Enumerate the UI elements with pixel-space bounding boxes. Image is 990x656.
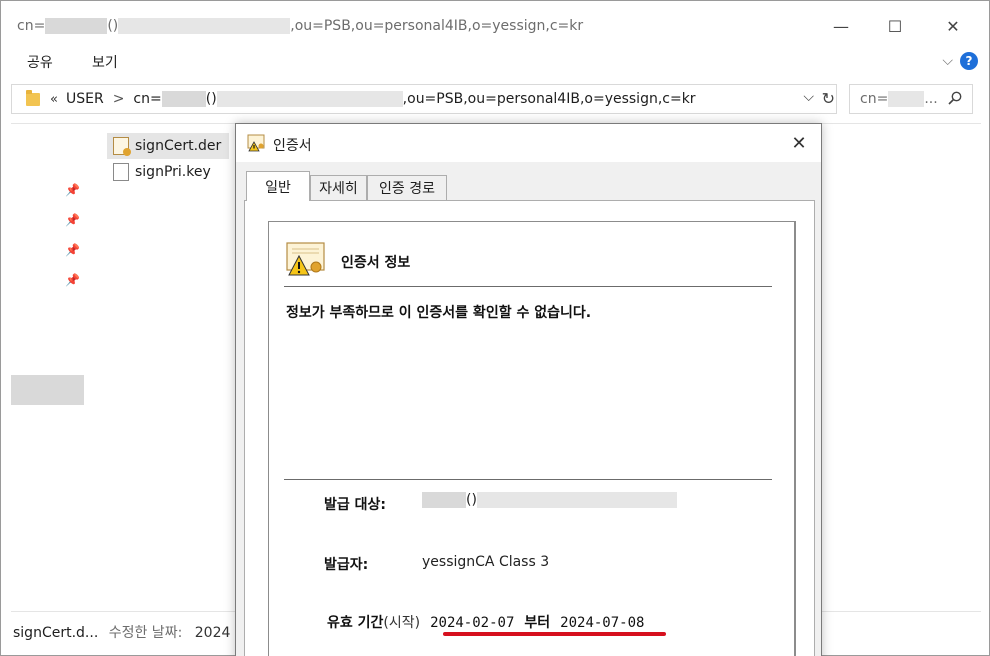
minimize-button[interactable]: — [823,11,859,41]
ribbon: 공유 보기 ⌵ ? [1,45,989,77]
refresh-icon[interactable]: ↻ [822,89,835,108]
title-mid: () [107,18,119,34]
address-bar[interactable]: « USER > cn= () ,ou=PSB,ou=personal4IB,o=y… [11,84,837,114]
validity-start-label: (시작) [383,615,421,631]
dialog-title: 인증서 [273,138,312,154]
breadcrumb-path-suffix[interactable]: ,ou=PSB,ou=personal4IB,o=yessign,c=kr [403,91,696,107]
ribbon-tab-view[interactable]: 보기 [92,52,118,72]
breadcrumb-root[interactable]: USER [66,91,104,107]
issued-to-mid: () [466,492,477,508]
certificate-warning-icon [247,134,265,152]
title-prefix: cn= [17,18,46,34]
valid-to-date: 2024-07-08 [560,615,645,631]
redacted-name [45,18,108,34]
nav-item-selected[interactable] [11,375,84,405]
red-underline-annotation [443,632,666,636]
dialog-titlebar: 인증서 ✕ [236,124,821,162]
redacted-name [422,492,466,508]
issued-to-label: 발급 대상: [324,497,386,513]
document-file-icon [113,163,129,181]
redacted-name [888,91,925,107]
certificate-info-box: 인증서 정보 정보가 부족하므로 이 인증서를 확인할 수 없습니다. 발급 대… [268,221,796,656]
breadcrumb-separator-icon[interactable]: > [113,91,125,107]
redacted-id [476,492,677,508]
issuer-value: yessignCA Class 3 [422,554,550,570]
certificate-file-icon [113,137,131,156]
breadcrumb-path-mid[interactable]: () [206,91,217,107]
tab-general[interactable]: 일반 [246,171,310,201]
certificate-info-heading: 인증서 정보 [341,255,411,271]
status-modified-label: 수정한 날짜: [108,625,183,641]
overflow-chevron-icon[interactable]: « [50,92,58,107]
validity-row: 유효 기간(시작) 2024-02-07 부터 2024-07-08 [327,612,644,632]
maximize-button[interactable]: ☐ [877,11,913,41]
issuer-label: 발급자: [324,557,369,573]
valid-from-date: 2024-02-07 [430,615,515,631]
status-modified-date: 2024 [194,625,231,641]
search-ellipsis: ... [924,91,938,107]
tab-panel-general: 인증서 정보 정보가 부족하므로 이 인증서를 확인할 수 없습니다. 발급 대… [244,200,815,656]
divider [284,286,772,287]
search-prefix: cn= [860,91,889,107]
valid-from-word: 부터 [524,615,551,631]
folder-icon [26,89,40,106]
pin-icon[interactable]: 📌 [65,273,80,287]
certificate-warning-icon [286,242,325,276]
validity-label: 유효 기간 [327,615,384,631]
file-item-signpri[interactable]: signPri.key [107,159,219,185]
redacted-id [216,91,403,107]
dialog-close-button[interactable]: ✕ [785,130,813,156]
breadcrumb-path-prefix[interactable]: cn= [133,91,161,107]
window-title: cn= () ,ou=PSB,ou=personal4IB,o=yessign,c=… [17,18,583,34]
divider [284,479,772,480]
help-icon[interactable]: ? [960,52,978,70]
tab-details[interactable]: 자세히 [310,175,367,200]
redacted-name [161,91,206,107]
address-dropdown-icon[interactable]: ⌵ [803,89,814,105]
pin-icon[interactable]: 📌 [65,213,80,227]
search-icon[interactable] [948,91,962,105]
file-item-signcert[interactable]: signCert.der [107,133,230,159]
close-button[interactable]: ✕ [935,11,971,41]
ribbon-tab-share[interactable]: 공유 [27,52,53,72]
certificate-warning-message: 정보가 부족하므로 이 인증서를 확인할 수 없습니다. [286,305,592,321]
file-name: signCert.der [135,138,222,154]
certificate-dialog: 인증서 ✕ 일반 자세히 인증 경로 인증서 정보 정보가 부족하므로 이 인증… [235,123,822,656]
file-name: signPri.key [135,164,211,180]
title-suffix: ,ou=PSB,ou=personal4IB,o=yessign,c=kr [290,18,584,34]
explorer-titlebar: cn= () ,ou=PSB,ou=personal4IB,o=yessign,c=… [1,1,989,45]
status-bar: signCert.d... 수정한 날짜: 2024 [13,622,230,642]
search-input[interactable]: cn=... [849,84,973,114]
tab-cert-path[interactable]: 인증 경로 [367,175,447,200]
status-file-name: signCert.d... [13,625,99,641]
pin-icon[interactable]: 📌 [65,183,80,197]
issued-to-value: () [422,492,677,508]
pin-icon[interactable]: 📌 [65,243,80,257]
redacted-id [118,18,291,34]
ribbon-expand-icon[interactable]: ⌵ [942,53,953,69]
